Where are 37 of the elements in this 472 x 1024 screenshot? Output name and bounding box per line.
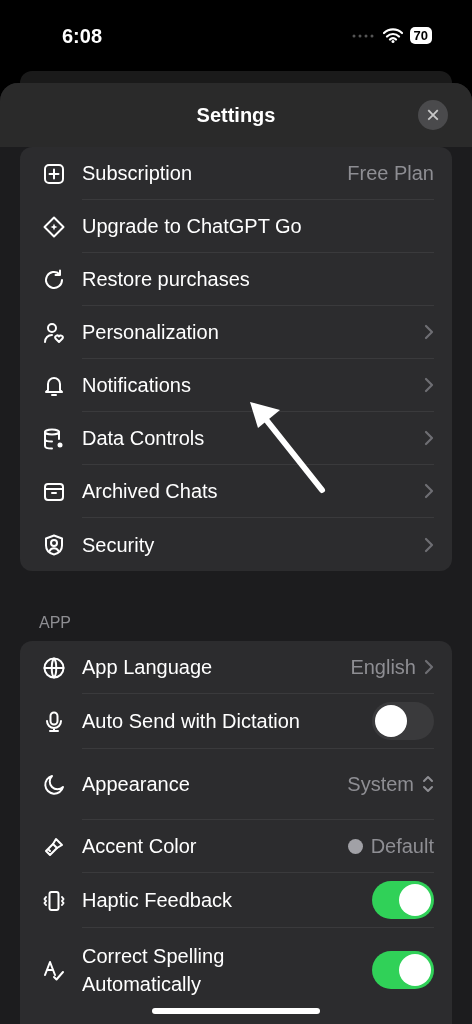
phone-vibrate-icon (42, 888, 66, 913)
clock-time: 6:08 (62, 23, 103, 49)
plus-square-icon (42, 161, 66, 186)
setting-label[interactable]: Correct Spelling Automatically (82, 941, 322, 998)
setting-label[interactable]: Appearance (82, 770, 190, 798)
setting-label[interactable]: Subscription (82, 159, 193, 187)
setting-value: System (347, 772, 414, 797)
setting-label[interactable]: Haptic Feedback (82, 886, 233, 914)
globe-icon (42, 655, 66, 680)
setting-label[interactable]: Auto Send with Dictation (82, 707, 300, 735)
setting-label[interactable]: Security (82, 530, 155, 559)
toggle-switch[interactable] (372, 881, 434, 919)
setting-label[interactable]: Restore purchases (82, 265, 250, 293)
shield-person-icon (42, 532, 66, 557)
toggle-switch[interactable] (372, 702, 434, 740)
setting-value: Default (370, 834, 434, 859)
section-heading: APP (39, 613, 72, 633)
setting-label[interactable]: Archived Chats (82, 477, 218, 505)
setting-label[interactable]: Data Controls (82, 424, 205, 452)
diamond-icon (42, 214, 66, 239)
setting-label[interactable]: App Language (82, 653, 213, 681)
setting-label[interactable]: Accent Color (82, 832, 197, 860)
moon-icon (42, 772, 66, 797)
close-button[interactable]: × (418, 100, 448, 130)
sheet-title: Settings (196, 103, 276, 128)
up-down-chevron-icon (422, 774, 434, 794)
refresh-icon (42, 267, 66, 292)
setting-label[interactable]: Personalization (82, 318, 219, 346)
setting-value: Free Plan (347, 161, 434, 186)
battery-level: 70 (409, 27, 432, 44)
setting-value: English (350, 655, 416, 680)
person-heart-icon (42, 320, 66, 345)
setting-label[interactable]: Notifications (82, 371, 191, 399)
signal-icon (351, 33, 376, 38)
wifi-icon (382, 28, 403, 43)
setting-label[interactable]: Upgrade to ChatGPT Go (82, 212, 302, 240)
toggle-switch[interactable] (372, 950, 434, 989)
